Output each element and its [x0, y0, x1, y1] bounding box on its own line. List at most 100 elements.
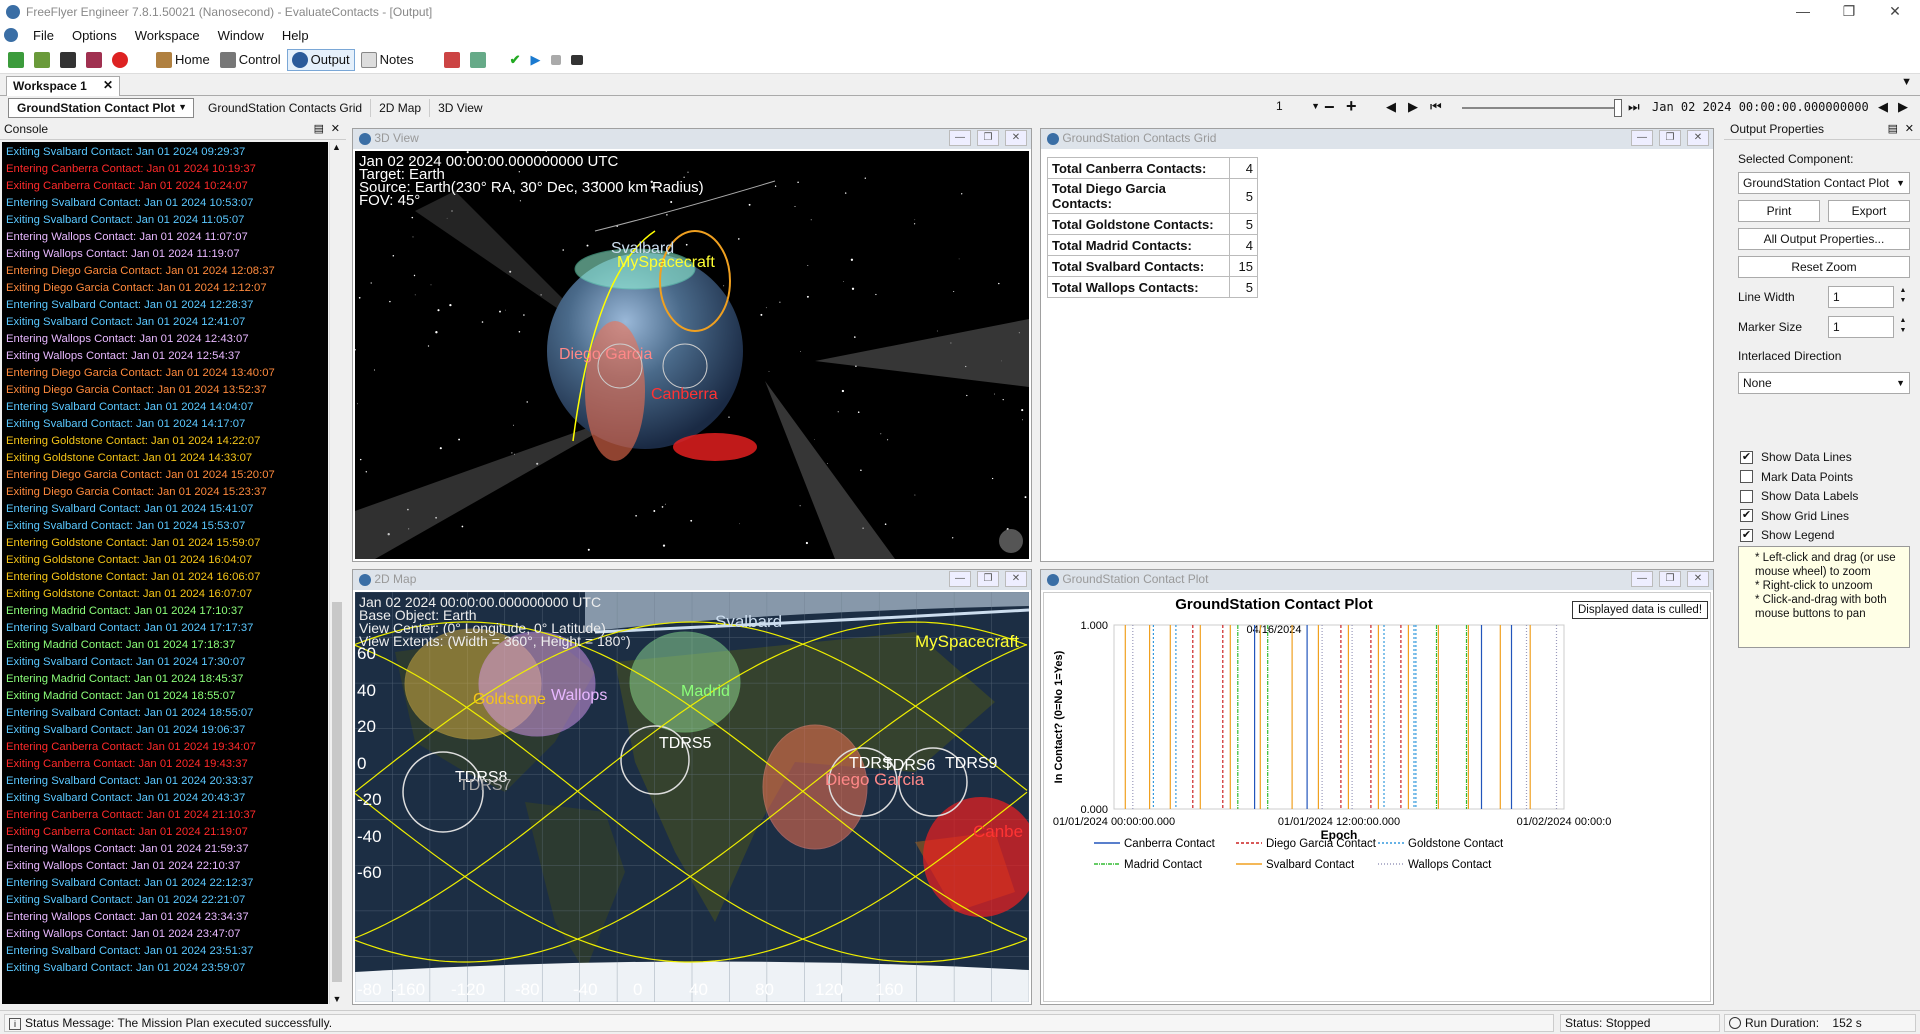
close-icon[interactable]: ✕: [1905, 122, 1914, 135]
export-button[interactable]: Export: [1828, 200, 1910, 222]
minimize-icon[interactable]: —: [949, 571, 971, 587]
menu-file[interactable]: File: [24, 28, 63, 43]
checkbox-box[interactable]: [1740, 470, 1753, 484]
restore-icon[interactable]: ❐: [1659, 571, 1681, 587]
menu-window[interactable]: Window: [209, 28, 273, 43]
scroll-left-icon[interactable]: ◀: [1878, 99, 1888, 115]
timeline-slider-thumb[interactable]: [1614, 99, 1622, 117]
grid-value[interactable]: 5: [1229, 213, 1258, 235]
chevron-down-icon[interactable]: ▼: [178, 102, 187, 112]
close-icon[interactable]: ✕: [1687, 571, 1709, 587]
checkbox-box[interactable]: [1740, 489, 1753, 503]
restore-icon[interactable]: ❐: [1659, 130, 1681, 146]
close-icon[interactable]: ✕: [1687, 130, 1709, 146]
tab-groundstation-contact-plot[interactable]: GroundStation Contact Plot ▼: [8, 98, 194, 118]
close-icon[interactable]: ✕: [1005, 571, 1027, 587]
home-button[interactable]: Home: [152, 49, 214, 71]
grid-value[interactable]: 4: [1229, 157, 1258, 179]
compass-icon[interactable]: [999, 529, 1023, 553]
checkbox-box[interactable]: ✔: [1740, 450, 1753, 464]
tab-groundstation-contacts-grid[interactable]: GroundStation Contacts Grid: [200, 99, 372, 117]
open-button[interactable]: [30, 49, 54, 71]
line-width-input[interactable]: 1: [1828, 286, 1894, 308]
menu-workspace[interactable]: Workspace: [126, 28, 209, 43]
close-icon[interactable]: ✕: [103, 78, 113, 92]
workspace-tab[interactable]: Workspace 1 ✕: [6, 76, 120, 96]
play-forward-icon[interactable]: ▶: [1408, 99, 1418, 115]
slower-button[interactable]: −: [1324, 97, 1335, 118]
tab-2d-map[interactable]: 2D Map: [371, 99, 431, 117]
pause-button[interactable]: [547, 49, 565, 71]
restore-icon[interactable]: ❐: [977, 571, 999, 587]
scroll-up-icon[interactable]: ▲: [330, 142, 343, 152]
save-button[interactable]: [56, 49, 80, 71]
help-globe-icon[interactable]: [4, 28, 18, 42]
output-button[interactable]: Output: [286, 48, 355, 71]
checkbox-box[interactable]: ✔: [1740, 509, 1753, 523]
chevron-down-icon[interactable]: ▼: [1901, 76, 1912, 88]
speed-select[interactable]: 1 ▼: [1276, 99, 1320, 117]
debug-button[interactable]: [440, 49, 464, 71]
tab-3d-view[interactable]: 3D View: [430, 99, 490, 117]
minimize-icon[interactable]: —: [949, 130, 971, 146]
menu-help[interactable]: Help: [273, 28, 318, 43]
checkbox-box[interactable]: ✔: [1740, 528, 1753, 542]
print-button[interactable]: Print: [1738, 200, 1820, 222]
timeline-slider[interactable]: [1462, 99, 1622, 117]
debug-icon: [443, 51, 460, 68]
stop-button[interactable]: [108, 49, 132, 71]
grid-row: Total Madrid Contacts: 4: [1047, 234, 1258, 256]
control-button[interactable]: Control: [216, 49, 285, 71]
check-button[interactable]: ✔: [506, 49, 525, 71]
step-button[interactable]: [466, 49, 490, 71]
checkbox-show-data-labels[interactable]: Show Data Labels: [1740, 489, 1858, 503]
checkbox-show-legend[interactable]: ✔ Show Legend: [1740, 528, 1834, 542]
scroll-right-icon[interactable]: ▶: [1898, 99, 1908, 115]
star: [427, 345, 430, 347]
legend-entry: Canberra Contact: [1124, 838, 1216, 850]
reset-zoom-button[interactable]: Reset Zoom: [1738, 256, 1910, 278]
3d-viewport[interactable]: Jan 02 2024 00:00:00.000000000 UTC Targe…: [355, 151, 1029, 559]
marker-size-input[interactable]: 1: [1828, 316, 1894, 338]
checkbox-show-data-lines[interactable]: ✔ Show Data Lines: [1740, 450, 1852, 464]
save-all-button[interactable]: [82, 49, 106, 71]
console-scrollbar[interactable]: ▲ ▼: [329, 142, 343, 1004]
new-button[interactable]: [4, 49, 28, 71]
marker-size-spinner[interactable]: ▲ ▼: [1896, 316, 1910, 338]
line-width-spinner[interactable]: ▲ ▼: [1896, 286, 1910, 308]
minimize-icon[interactable]: —: [1631, 571, 1653, 587]
menu-options[interactable]: Options: [63, 28, 126, 43]
grid-value[interactable]: 15: [1229, 255, 1258, 277]
scroll-down-icon[interactable]: ▼: [330, 994, 344, 1004]
close-icon[interactable]: ✕: [1005, 130, 1027, 146]
run-button[interactable]: ▶: [527, 49, 545, 71]
minimize-button[interactable]: —: [1780, 0, 1826, 24]
tools-button[interactable]: [567, 49, 587, 71]
notes-button[interactable]: Notes: [357, 49, 418, 71]
rewind-icon[interactable]: ⏮: [1430, 99, 1442, 115]
step-back-icon[interactable]: ◀: [1386, 99, 1396, 115]
close-icon[interactable]: ✕: [331, 122, 340, 135]
checkbox-mark-data-points[interactable]: Mark Data Points: [1740, 470, 1853, 484]
pin-icon[interactable]: ▤: [314, 122, 324, 135]
faster-button[interactable]: +: [1346, 96, 1357, 117]
interlaced-direction-select[interactable]: None ▼: [1738, 372, 1910, 394]
all-output-properties-button[interactable]: All Output Properties...: [1738, 228, 1910, 250]
console-line: Entering Diego Garcia Contact: Jan 01 20…: [6, 469, 275, 481]
plot-area[interactable]: GroundStation Contact Plot 04/16/2024 1.00…: [1043, 592, 1711, 1002]
restore-icon[interactable]: ❐: [977, 130, 999, 146]
scrollbar-thumb[interactable]: [332, 602, 342, 982]
2d-map-viewport[interactable]: Jan 02 2024 00:00:00.000000000 UTC Base …: [355, 592, 1029, 1002]
checkbox-show-grid-lines[interactable]: ✔ Show Grid Lines: [1740, 509, 1849, 523]
maximize-button[interactable]: ❐: [1826, 0, 1872, 24]
console-output[interactable]: Exiting Svalbard Contact: Jan 01 2024 09…: [2, 142, 328, 1004]
grid-value[interactable]: 5: [1229, 276, 1258, 298]
star: [518, 171, 520, 173]
selected-component-select[interactable]: GroundStation Contact Plot ▼: [1738, 172, 1910, 194]
minimize-icon[interactable]: —: [1631, 130, 1653, 146]
grid-value[interactable]: 4: [1229, 234, 1258, 256]
skip-end-icon[interactable]: ⏭: [1628, 99, 1640, 115]
grid-value[interactable]: 5: [1229, 178, 1258, 214]
close-button[interactable]: ✕: [1872, 0, 1918, 24]
pin-icon[interactable]: ▤: [1888, 122, 1898, 135]
